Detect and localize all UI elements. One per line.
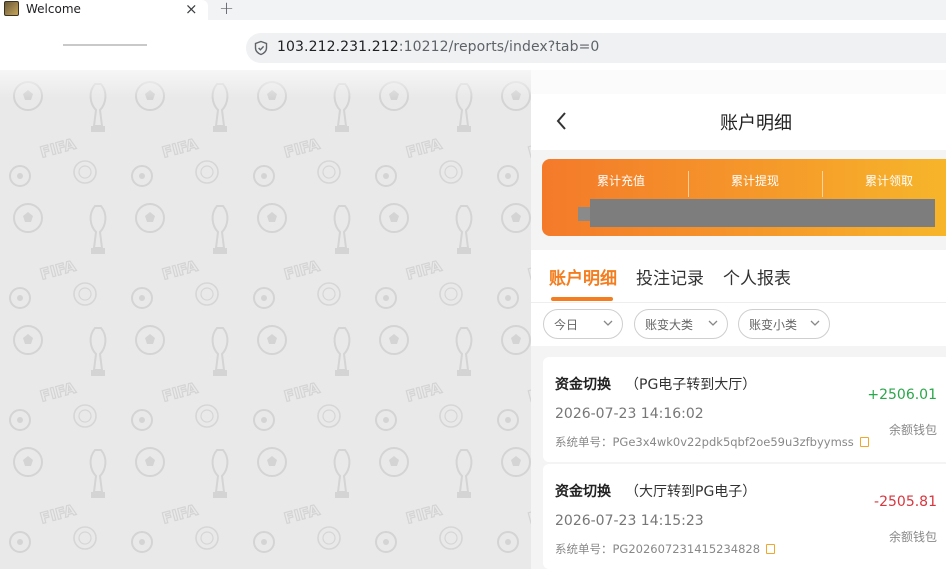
mobile-panel: 账户明细 累计充值 累计提现 累计领取 账户明细 投注记录 个人报表 今日 账变… (531, 70, 946, 569)
page-title: 账户明细 (720, 113, 792, 134)
url-host: 103.212.231.212 (277, 39, 399, 55)
fifa-pattern-graphic: FIFA (0, 70, 531, 569)
browser-toolbar: 103.212.231.212:10212/reports/index?tab=… (0, 20, 946, 70)
record-type: 资金切换 (555, 377, 611, 393)
category-filter[interactable]: 账变大类 (634, 309, 728, 339)
record-order-no: 系统单号：PG202607231415234828 (555, 541, 776, 557)
browser-tab[interactable]: Welcome × (0, 0, 208, 20)
record-type: 资金切换 (555, 484, 611, 500)
subcategory-filter[interactable]: 账变小类 (738, 309, 830, 339)
url-path: :10212/reports/index?tab=0 (398, 39, 600, 55)
date-filter-label: 今日 (554, 317, 579, 332)
nav-bar: 账户明细 (531, 94, 946, 150)
record-wallet: 余额钱包 (888, 423, 937, 437)
list-item[interactable]: 资金切换 （大厅转到PG电子） 2026-07-23 14:15:23 系统单号… (543, 464, 946, 569)
active-tab-indicator (551, 297, 613, 301)
background-pattern: FIFA (0, 70, 531, 569)
chevron-down-icon (603, 320, 613, 326)
site-favicon-icon (4, 1, 19, 16)
chevron-down-icon (810, 320, 820, 326)
list-item[interactable]: 资金切换 （PG电子转到大厅） 2026-07-23 14:16:02 系统单号… (543, 357, 946, 462)
browser-tab-bar: Welcome × + (0, 0, 946, 20)
record-wallet: 余额钱包 (888, 530, 937, 544)
category-filter-label: 账变大类 (645, 317, 694, 332)
subcategory-filter-label: 账变小类 (749, 317, 798, 332)
url-text[interactable]: 103.212.231.212:10212/reports/index?tab=… (277, 39, 599, 55)
record-amount: +2506.01 (867, 387, 937, 403)
tab-title: Welcome (26, 2, 81, 16)
redacted-amounts (590, 199, 935, 227)
record-order-text: 系统单号：PGe3x4wk0v22pdk5qbf2oe59u3zfbyymss (555, 435, 854, 449)
chevron-down-icon (708, 320, 718, 326)
toolbar-placeholder (63, 44, 147, 46)
panel-top-strip (531, 70, 946, 94)
copy-icon[interactable] (766, 544, 776, 554)
record-amount: -2505.81 (874, 494, 937, 510)
tab-account-details[interactable]: 账户明细 (549, 264, 617, 289)
site-info-icon[interactable] (253, 40, 269, 56)
total-deposit-label: 累计充值 (597, 174, 646, 188)
card-divider (822, 171, 823, 197)
card-divider (688, 171, 689, 197)
date-filter[interactable]: 今日 (543, 309, 623, 339)
record-time: 2026-07-23 14:16:02 (555, 406, 704, 422)
filter-bar: 今日 账变大类 账变小类 (531, 302, 946, 346)
report-tabs: 账户明细 投注记录 个人报表 (531, 250, 946, 302)
record-description: （大厅转到PG电子） (625, 484, 757, 500)
record-order-text: 系统单号：PG202607231415234828 (555, 542, 761, 556)
record-description: （PG电子转到大厅） (625, 377, 757, 393)
new-tab-icon[interactable]: + (219, 0, 234, 19)
total-withdraw-label: 累计提现 (731, 174, 780, 188)
summary-card: 累计充值 累计提现 累计领取 (542, 159, 946, 236)
record-time: 2026-07-23 14:15:23 (555, 513, 704, 529)
copy-icon[interactable] (859, 437, 869, 447)
tab-bet-records[interactable]: 投注记录 (636, 264, 704, 289)
record-order-no: 系统单号：PGe3x4wk0v22pdk5qbf2oe59u3zfbyymss (555, 434, 869, 450)
total-claim-label: 累计领取 (865, 174, 914, 188)
tab-personal-report[interactable]: 个人报表 (723, 264, 791, 289)
background-blur-strip (0, 70, 531, 98)
tab-close-icon[interactable]: × (185, 0, 198, 18)
